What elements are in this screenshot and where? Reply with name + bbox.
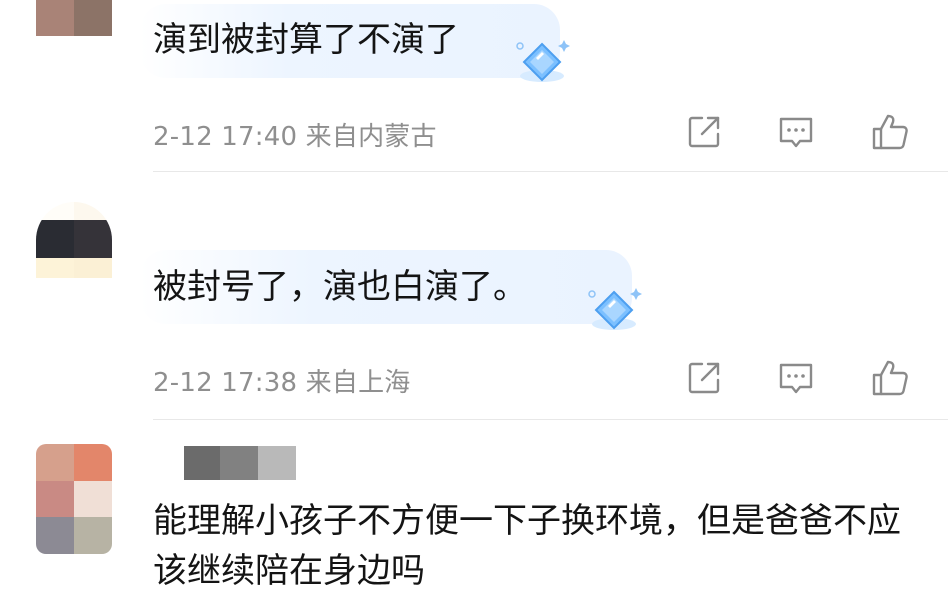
comment-meta: 2-12 17:40 来自内蒙古 [153, 116, 437, 153]
comment-location: 来自内蒙古 [305, 122, 437, 152]
comment-meta: 2-12 17:38 来自上海 [153, 362, 410, 399]
comment-text: 演到被封算了不演了 [153, 20, 459, 60]
comment-text: 能理解小孩子不方便一下子换环境，但是爸爸不应该继续陪在身边吗 [153, 501, 901, 591]
diamond-badge-icon [580, 282, 650, 338]
comment-item: 被封号了，演也白演了。 2-12 17:38 来自上海 [0, 172, 948, 420]
share-icon[interactable] [680, 108, 728, 156]
comment-time: 2-12 17:38 [153, 368, 298, 398]
comment-actions [680, 354, 920, 402]
comment-text: 被封号了，演也白演了。 [153, 267, 527, 307]
avatar[interactable] [36, 444, 112, 554]
comment-time: 2-12 17:40 [153, 122, 298, 152]
comment-icon[interactable] [772, 354, 820, 402]
comment-location: 来自上海 [305, 368, 411, 398]
comment-icon[interactable] [772, 108, 820, 156]
diamond-badge-icon [508, 34, 578, 90]
comment-actions [680, 108, 920, 156]
comment-item: 演到被封算了不演了 2-12 17:40 来自内蒙古 [0, 0, 948, 172]
thumbs-up-icon[interactable] [866, 354, 914, 402]
username-redacted[interactable] [184, 446, 296, 480]
share-icon[interactable] [680, 354, 728, 402]
avatar[interactable] [36, 202, 112, 278]
thumbs-up-icon[interactable] [866, 108, 914, 156]
avatar[interactable] [36, 0, 112, 36]
